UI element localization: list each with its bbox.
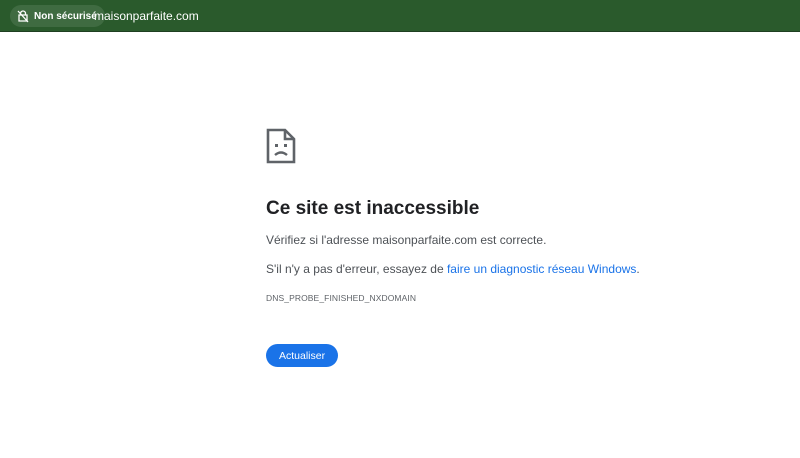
- suggestion-suffix: .: [636, 262, 640, 276]
- error-headline: Ce site est inaccessible: [266, 198, 480, 219]
- sad-page-icon: [266, 128, 296, 164]
- suggestion-prefix: S'il n'y a pas d'erreur, essayez de: [266, 262, 447, 276]
- url-text[interactable]: maisonparfaite.com: [94, 8, 199, 24]
- check-address-text: Vérifiez si l'adresse maisonparfaite.com…: [266, 233, 547, 247]
- error-code: DNS_PROBE_FINISHED_NXDOMAIN: [266, 293, 417, 303]
- suggestion-text: S'il n'y a pas d'erreur, essayez de fair…: [266, 262, 640, 276]
- not-secure-icon: [17, 9, 29, 23]
- reload-button[interactable]: Actualiser: [266, 344, 339, 367]
- network-diagnostic-link[interactable]: faire un diagnostic réseau Windows: [447, 262, 636, 276]
- security-indicator[interactable]: Non sécurisé: [10, 5, 105, 27]
- security-label: Non sécurisé: [34, 10, 97, 22]
- address-bar: Non sécurisé maisonparfaite.com: [0, 0, 800, 32]
